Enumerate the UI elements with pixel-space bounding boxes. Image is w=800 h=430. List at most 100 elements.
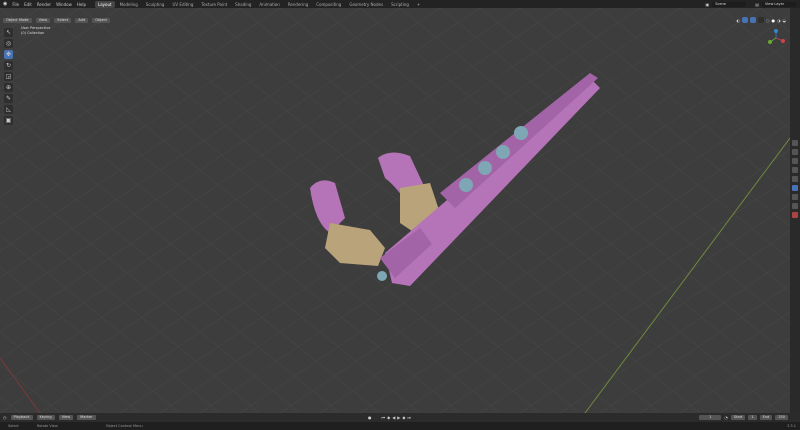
render-props-icon[interactable] bbox=[792, 149, 798, 155]
grid-line bbox=[639, 8, 790, 130]
prev-key-icon[interactable]: ◆ bbox=[387, 415, 390, 420]
play-icon[interactable]: ▶ bbox=[397, 415, 400, 420]
menu-keying[interactable]: Keying bbox=[36, 415, 55, 420]
menu-render[interactable]: Render bbox=[37, 2, 51, 7]
mode-dropdown[interactable]: Object Mode bbox=[3, 17, 32, 23]
clock-icon[interactable]: ◔ bbox=[724, 415, 728, 420]
menu-view[interactable]: View bbox=[35, 17, 51, 23]
tab-uv-editing[interactable]: UV Editing bbox=[169, 1, 196, 8]
top-bar: ◉ File Edit Render Window Help Layout Mo… bbox=[0, 0, 800, 8]
menu-file[interactable]: File bbox=[12, 2, 19, 7]
menu-object[interactable]: Object bbox=[92, 17, 110, 23]
arm-wrap bbox=[325, 223, 385, 266]
tab-layout[interactable]: Layout bbox=[94, 0, 115, 8]
status-context: Object Context Menu bbox=[105, 424, 143, 428]
scene-props-icon[interactable] bbox=[792, 176, 798, 182]
transform-tool-icon[interactable]: ⊕ bbox=[4, 83, 13, 92]
cursor-tool-icon[interactable]: ↖ bbox=[4, 28, 13, 37]
navigation-gizmo[interactable] bbox=[766, 28, 786, 48]
scale-tool-icon[interactable]: ◲ bbox=[4, 72, 13, 81]
properties-tabs bbox=[790, 8, 800, 413]
skull bbox=[478, 161, 492, 175]
tool-shelf: ↖ ◎ ✥ ↻ ◲ ⊕ ✎ ◺ ▣ bbox=[4, 28, 14, 125]
grid-line bbox=[439, 176, 790, 413]
constraint-props-icon[interactable] bbox=[792, 203, 798, 209]
menu-add[interactable]: Add bbox=[75, 17, 89, 23]
record-icon[interactable]: ● bbox=[368, 415, 372, 420]
xray-toggle-icon[interactable] bbox=[758, 17, 764, 23]
visibility-icon[interactable]: ◐ bbox=[737, 18, 741, 23]
add-cube-tool-icon[interactable]: ▣ bbox=[4, 116, 13, 125]
grid-line bbox=[0, 8, 321, 225]
tab-geometry-nodes[interactable]: Geometry Nodes bbox=[346, 1, 386, 8]
viewport-scene bbox=[0, 8, 790, 413]
menu-timeline-view[interactable]: View bbox=[58, 415, 74, 420]
measure-tool-icon[interactable]: ◺ bbox=[4, 105, 13, 114]
end-frame-field[interactable]: 250 bbox=[775, 415, 788, 420]
current-frame-field[interactable]: 1 bbox=[699, 415, 722, 420]
shading-material-icon[interactable]: ◑ bbox=[777, 18, 781, 23]
tab-shading[interactable]: Shading bbox=[232, 1, 254, 8]
play-reverse-icon[interactable]: ◀ bbox=[392, 415, 395, 420]
rotate-tool-icon[interactable]: ↻ bbox=[4, 61, 13, 70]
overlay-toggle-icon[interactable] bbox=[750, 17, 756, 23]
end-label: End bbox=[759, 415, 773, 420]
menu-marker[interactable]: Marker bbox=[77, 415, 96, 420]
menu-select[interactable]: Select bbox=[54, 17, 72, 23]
tab-compositing[interactable]: Compositing bbox=[313, 1, 344, 8]
start-label: Start bbox=[730, 415, 746, 420]
object-props-icon[interactable] bbox=[792, 185, 798, 191]
grid-line bbox=[0, 8, 241, 171]
skull bbox=[459, 178, 473, 192]
modifier-props-icon[interactable] bbox=[792, 194, 798, 200]
viewport-info: User Perspective (0) Collection bbox=[21, 26, 50, 36]
view-layer-props-icon[interactable] bbox=[792, 167, 798, 173]
tab-animation[interactable]: Animation bbox=[256, 1, 282, 8]
shading-wireframe-icon[interactable]: ○ bbox=[766, 18, 770, 23]
tab-modeling[interactable]: Modeling bbox=[117, 1, 141, 8]
blender-logo-icon[interactable]: ◉ bbox=[3, 1, 7, 7]
jump-start-icon[interactable]: ⏮ bbox=[382, 415, 386, 420]
grid-line bbox=[599, 284, 790, 413]
3d-viewport[interactable] bbox=[0, 8, 790, 413]
scene-field[interactable]: Scene bbox=[712, 1, 747, 7]
shading-solid-icon[interactable]: ● bbox=[772, 18, 776, 23]
grid-line bbox=[0, 8, 161, 117]
grid-line bbox=[279, 68, 790, 413]
view-layer-icon[interactable]: ▤ bbox=[755, 2, 759, 7]
tool-props-icon[interactable] bbox=[792, 140, 798, 146]
status-rotate: Rotate View bbox=[36, 424, 58, 428]
version-label: 3.3.1 bbox=[787, 424, 796, 428]
jump-end-icon[interactable]: ⏭ bbox=[407, 415, 411, 420]
select-cursor-icon[interactable]: ◎ bbox=[4, 39, 13, 48]
annotate-tool-icon[interactable]: ✎ bbox=[4, 94, 13, 103]
start-frame-field[interactable]: 1 bbox=[748, 415, 757, 420]
tab-scripting[interactable]: Scripting bbox=[388, 1, 412, 8]
tab-rendering[interactable]: Rendering bbox=[285, 1, 311, 8]
grid-line bbox=[439, 8, 790, 292]
menu-window[interactable]: Window bbox=[56, 2, 72, 7]
gizmo-toggle-icon[interactable] bbox=[742, 17, 748, 23]
tab-texture-paint[interactable]: Texture Paint bbox=[198, 1, 230, 8]
grid-line bbox=[679, 8, 790, 98]
output-props-icon[interactable] bbox=[792, 158, 798, 164]
grid-line bbox=[199, 14, 790, 413]
grid-line bbox=[599, 8, 790, 163]
material-props-icon[interactable] bbox=[792, 212, 798, 218]
status-select: Select bbox=[8, 424, 19, 428]
move-tool-icon[interactable]: ✥ bbox=[4, 50, 13, 59]
view-layer-field[interactable]: View Layer bbox=[762, 1, 796, 7]
collection-name: (0) Collection bbox=[21, 31, 45, 35]
scene-icon[interactable]: ▣ bbox=[705, 2, 709, 7]
menu-help[interactable]: Help bbox=[77, 2, 86, 7]
menu-edit[interactable]: Edit bbox=[24, 2, 32, 7]
x-axis-line bbox=[0, 357, 41, 413]
grid-line bbox=[679, 338, 790, 413]
menu-playback[interactable]: Playback bbox=[10, 415, 33, 420]
add-workspace-button[interactable]: + bbox=[414, 1, 423, 8]
tab-sculpting[interactable]: Sculpting bbox=[143, 1, 168, 8]
grid-line bbox=[759, 8, 790, 33]
timeline-editor-icon[interactable]: ◷ bbox=[3, 415, 7, 420]
next-key-icon[interactable]: ◆ bbox=[402, 415, 405, 420]
shading-rendered-icon[interactable]: ◒ bbox=[783, 18, 787, 23]
